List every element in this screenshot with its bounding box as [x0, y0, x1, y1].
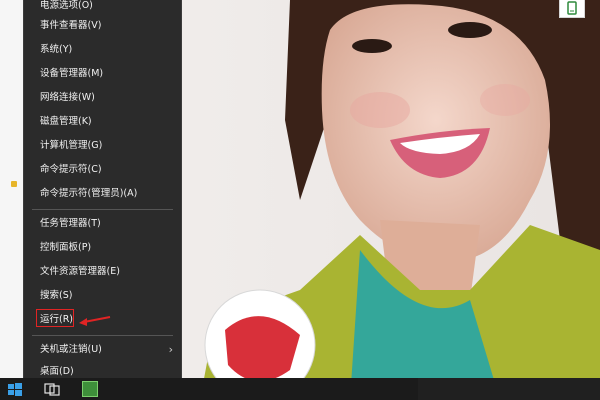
menu-item-command-prompt-admin[interactable]: 命令提示符(管理员)(A)	[24, 183, 181, 205]
menu-item-system[interactable]: 系统(Y)	[24, 39, 181, 61]
menu-item-label: 电源选项(O)	[40, 0, 93, 11]
menu-item-label: 网络连接(W)	[40, 92, 95, 103]
menu-item-disk-management[interactable]: 磁盘管理(K)	[24, 111, 181, 133]
task-view-icon[interactable]	[44, 382, 60, 396]
annotation-arrow-icon	[79, 316, 111, 326]
menu-item-shutdown-signout[interactable]: 关机或注销(U) ›	[24, 339, 181, 361]
menu-item-label: 设备管理器(M)	[40, 68, 104, 79]
menu-item-command-prompt[interactable]: 命令提示符(C)	[24, 159, 181, 181]
menu-item-event-viewer[interactable]: 事件查看器(V)	[24, 15, 181, 37]
menu-item-label: 文件资源管理器(E)	[40, 266, 120, 277]
desktop-icon-fragment	[11, 181, 17, 187]
menu-item-task-manager[interactable]: 任务管理器(T)	[24, 213, 181, 235]
menu-item-label: 关机或注销(U)	[40, 344, 102, 355]
menu-item-label: 系统(Y)	[40, 44, 73, 55]
win-x-context-menu: 电源选项(O) 事件查看器(V) 系统(Y) 设备管理器(M) 网络连接(W) …	[23, 0, 182, 385]
menu-item-control-panel[interactable]: 控制面板(P)	[24, 237, 181, 259]
tablet-mode-icon[interactable]	[559, 0, 585, 18]
menu-item-file-explorer[interactable]: 文件资源管理器(E)	[24, 261, 181, 283]
menu-item-label: 磁盘管理(K)	[40, 116, 92, 127]
menu-item-label: 计算机管理(G)	[40, 140, 103, 151]
menu-item-label: 桌面(D)	[40, 366, 74, 377]
windows-start-icon[interactable]	[6, 381, 24, 397]
desktop-left-edge	[0, 0, 23, 378]
menu-item-search[interactable]: 搜索(S)	[24, 285, 181, 307]
menu-item-computer-management[interactable]: 计算机管理(G)	[24, 135, 181, 157]
annotation-highlight-box	[36, 309, 74, 327]
taskbar-notification-area	[418, 378, 600, 400]
menu-item-label: 搜索(S)	[40, 290, 73, 301]
menu-separator	[32, 209, 173, 210]
menu-item-label: 事件查看器(V)	[40, 20, 102, 31]
menu-item-label: 任务管理器(T)	[40, 218, 101, 229]
menu-item-label: 命令提示符(管理员)(A)	[40, 188, 138, 199]
chevron-right-icon: ›	[168, 343, 173, 356]
menu-separator	[32, 335, 173, 336]
green-app-icon[interactable]	[82, 381, 98, 397]
menu-item-network-connections[interactable]: 网络连接(W)	[24, 87, 181, 109]
menu-item-label: 命令提示符(C)	[40, 164, 102, 175]
menu-item-label: 控制面板(P)	[40, 242, 92, 253]
menu-item-device-manager[interactable]: 设备管理器(M)	[24, 63, 181, 85]
